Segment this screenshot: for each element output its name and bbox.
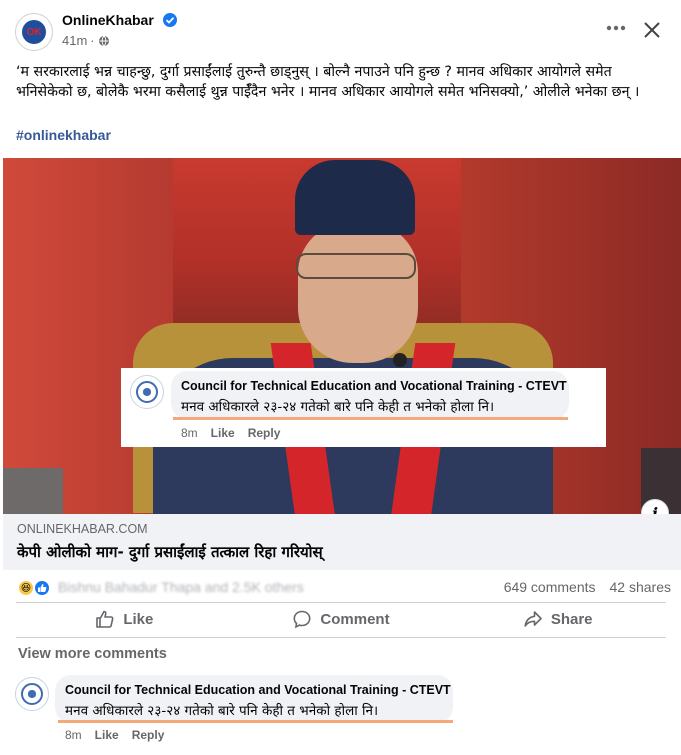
thumbs-up-icon <box>96 610 114 628</box>
like-label: Like <box>123 610 154 628</box>
ctevt-seal-icon <box>135 380 159 404</box>
comment-button[interactable]: Comment <box>233 603 450 635</box>
page-name[interactable]: OnlineKhabar <box>62 12 154 28</box>
image-background-object <box>3 468 63 514</box>
like-button[interactable]: Like <box>16 603 233 635</box>
ctevt-seal-icon <box>20 682 44 706</box>
share-arrow-icon <box>524 611 542 627</box>
speech-bubble-icon <box>293 610 311 629</box>
post-timestamp[interactable]: 41m <box>62 33 87 48</box>
shares-count[interactable]: 42 shares <box>610 579 671 595</box>
comment-text: मनव अधिकारले २३-२४ गतेको बारे पनि केही त… <box>181 399 495 415</box>
ctevt-avatar[interactable] <box>130 375 164 409</box>
hashtag-link[interactable]: #onlinekhabar <box>16 127 111 143</box>
divider <box>16 637 666 638</box>
comment-like-button[interactable]: Like <box>211 426 235 440</box>
post-header: OK OnlineKhabar 41m · <box>0 0 681 58</box>
post-meta: 41m · <box>62 33 110 48</box>
ctevt-avatar[interactable] <box>15 677 49 711</box>
highlight-underline <box>173 417 568 420</box>
reactions-summary: 😆 Bishnu Bahadur Thapa and 2.5K others 6… <box>0 574 681 602</box>
like-reaction-icon[interactable] <box>33 579 51 597</box>
comment-author[interactable]: Council for Technical Education and Voca… <box>65 683 451 697</box>
comment-reply-button[interactable]: Reply <box>248 426 281 440</box>
share-label: Share <box>550 610 593 628</box>
comment-like-button[interactable]: Like <box>95 728 119 742</box>
verified-badge-icon <box>163 13 177 27</box>
comments-count[interactable]: 649 comments <box>504 579 596 595</box>
image-microphone <box>393 353 407 367</box>
link-preview[interactable]: ONLINEKHABAR.COM केपी ओलीको माग- दुर्गा … <box>3 514 681 570</box>
comment-bubble: Council for Technical Education and Voca… <box>55 675 453 723</box>
image-overlay-comment: Council for Technical Education and Voca… <box>121 368 606 447</box>
link-title[interactable]: केपी ओलीको माग- दुर्गा प्रसाईंलाई तत्काल… <box>17 542 323 562</box>
post-text: ‘म सरकारलाई भन्न चाहन्छु, दुर्गा प्रसाईं… <box>16 64 640 100</box>
more-dots-icon[interactable] <box>603 18 629 38</box>
image-person-hat <box>295 160 415 235</box>
post-action-bar: Like Comment Share <box>16 603 666 635</box>
highlight-underline <box>58 720 453 723</box>
link-domain: ONLINEKHABAR.COM <box>17 522 148 536</box>
comment-label: Comment <box>320 610 390 628</box>
image-person-glasses <box>296 253 416 279</box>
page-avatar[interactable]: OK <box>15 13 53 51</box>
image-person-face <box>298 223 418 363</box>
comment-actions: 8m Like Reply <box>181 426 280 440</box>
comment-text: मनव अधिकारले २३-२४ गतेको बारे पनि केही त… <box>65 703 379 719</box>
comment-time[interactable]: 8m <box>65 728 82 742</box>
comment-reply-button[interactable]: Reply <box>132 728 165 742</box>
post-image[interactable] <box>3 158 681 514</box>
comment-author[interactable]: Council for Technical Education and Voca… <box>181 379 567 393</box>
comment-actions: 8m Like Reply <box>65 728 164 742</box>
meta-separator: · <box>90 33 95 48</box>
view-more-comments[interactable]: View more comments <box>18 646 167 662</box>
onlinekhabar-logo: OK <box>22 20 46 44</box>
reactors-text[interactable]: Bishnu Bahadur Thapa and 2.5K others <box>58 579 304 595</box>
comment-item: Council for Technical Education and Voca… <box>0 672 681 755</box>
comment-bubble: Council for Technical Education and Voca… <box>171 371 569 419</box>
engagement-counts: 649 comments 42 shares <box>504 579 671 595</box>
close-icon[interactable] <box>640 18 664 42</box>
share-button[interactable]: Share <box>449 603 666 635</box>
comment-time[interactable]: 8m <box>181 426 198 440</box>
globe-icon <box>98 35 109 46</box>
